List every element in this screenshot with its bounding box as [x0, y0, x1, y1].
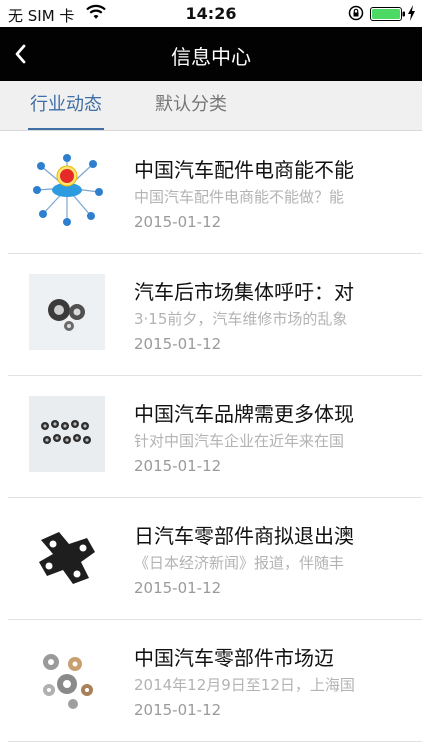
list-item[interactable]: 日汽车零部件商拟退出澳 《日本经济新闻》报道，伴随丰 2015-01-12 — [0, 498, 422, 620]
item-summary: 2014年12月9日至12日，上海国 — [134, 676, 355, 694]
item-title: 中国汽车品牌需更多体现 — [134, 402, 354, 426]
bracket-part-icon — [29, 518, 105, 594]
divider — [8, 741, 422, 742]
item-title: 汽车后市场集体呼吁：对 — [134, 280, 354, 304]
item-summary: 《日本经济新闻》报道，伴随丰 — [134, 554, 345, 572]
item-title: 中国汽车零部件市场迈 — [134, 646, 334, 670]
list-item[interactable]: 中国汽车品牌需更多体现 针对中国汽车企业在近年来在国 2015-01-12 — [0, 376, 422, 498]
item-date: 2015-01-12 — [134, 335, 222, 353]
category-tabs: 行业动态 默认分类 — [0, 81, 422, 131]
tab-industry-news[interactable]: 行业动态 — [28, 81, 104, 130]
item-title: 日汽车零部件商拟退出澳 — [134, 524, 354, 548]
item-date: 2015-01-12 — [134, 457, 222, 475]
item-summary: 针对中国汽车企业在近年来在国 — [134, 432, 345, 450]
item-title: 中国汽车配件电商能不能 — [134, 158, 354, 182]
item-date: 2015-01-12 — [134, 213, 222, 231]
list-item[interactable]: 中国汽车零部件市场迈 2014年12月9日至12日，上海国 2015-01-12 — [0, 620, 422, 742]
item-summary: 中国汽车配件电商能不能做？能 — [134, 188, 345, 206]
nav-bar: 信息中心 — [0, 27, 422, 81]
status-bar: 无 SIM 卡 14:26 — [0, 0, 422, 27]
metal-parts-icon — [29, 640, 105, 716]
list-item[interactable]: 汽车后市场集体呼吁：对 3·15前夕，汽车维修市场的乱象 2015-01-12 — [0, 254, 422, 376]
rotation-lock-icon — [348, 5, 364, 21]
list-item[interactable]: 中国汽车配件电商能不能 中国汽车配件电商能不能做？能 2015-01-12 — [0, 132, 422, 254]
tab-default-category[interactable]: 默认分类 — [155, 81, 227, 130]
item-date: 2015-01-12 — [134, 579, 222, 597]
bushing-parts-icon — [29, 396, 105, 472]
charging-bolt-icon — [408, 5, 415, 21]
item-summary: 3·15前夕，汽车维修市场的乱象 — [134, 310, 348, 328]
battery-icon — [370, 7, 405, 21]
bearing-parts-icon — [29, 274, 105, 350]
item-date: 2015-01-12 — [134, 701, 222, 719]
page-title: 信息中心 — [171, 45, 251, 69]
b2b-network-icon — [29, 152, 105, 228]
